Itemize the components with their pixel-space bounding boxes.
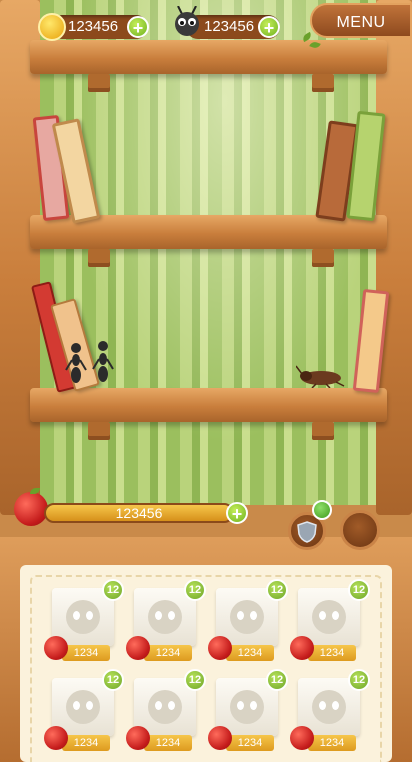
level-badge: 12	[102, 669, 124, 691]
shelf-bracket	[312, 249, 334, 267]
shelf-bracket	[88, 249, 110, 267]
price-tag: 1234	[226, 735, 274, 751]
coin-amount: 123456	[68, 18, 119, 35]
level-badge: 12	[184, 579, 206, 601]
price-tag: 1234	[144, 735, 192, 751]
ant-character[interactable]	[64, 340, 88, 388]
apple-icon	[208, 726, 232, 750]
ant-silhouette-icon	[230, 690, 264, 724]
apple-icon	[14, 492, 48, 526]
level-badge: 12	[102, 579, 124, 601]
shelf-bracket	[88, 74, 110, 92]
level-badge: 12	[266, 579, 288, 601]
ant-silhouette-icon	[312, 600, 346, 634]
level-badge: 12	[266, 669, 288, 691]
ant-silhouette-icon	[148, 690, 182, 724]
apple-icon	[290, 726, 314, 750]
shelf-bracket	[312, 422, 334, 440]
apple-icon	[44, 726, 68, 750]
add-apples-button[interactable]: +	[226, 502, 248, 524]
price-tag: 1234	[62, 645, 110, 661]
apple-icon	[126, 636, 150, 660]
coin-icon	[38, 13, 66, 41]
right-shelf-post	[376, 0, 412, 515]
ant-silhouette-icon	[230, 600, 264, 634]
level-badge: 12	[348, 669, 370, 691]
level-badge: 12	[348, 579, 370, 601]
price-tag: 1234	[308, 645, 356, 661]
menu-button[interactable]: MENU	[310, 3, 412, 38]
ant-silhouette-icon	[66, 600, 100, 634]
apple-icon	[290, 636, 314, 660]
ant-silhouette-icon	[148, 600, 182, 634]
ant-silhouette-icon	[312, 690, 346, 724]
ant-silhouette-icon	[66, 690, 100, 724]
apple-icon	[126, 726, 150, 750]
left-shelf-post	[0, 0, 40, 515]
ant-icon	[175, 6, 199, 36]
add-ants-button[interactable]: +	[258, 16, 280, 38]
price-tag: 1234	[226, 645, 274, 661]
notification-dot	[312, 500, 332, 520]
apple-icon	[208, 636, 232, 660]
price-tag: 1234	[144, 645, 192, 661]
cockroach-icon[interactable]	[296, 364, 346, 388]
apple-progress-bar: 123456	[44, 503, 234, 523]
apple-progress-value: 123456	[115, 505, 163, 521]
shelf-top	[30, 40, 387, 74]
ant-amount: 123456	[204, 18, 255, 35]
empty-slot-button[interactable]	[340, 510, 380, 550]
price-tag: 1234	[308, 735, 356, 751]
apple-icon	[44, 636, 68, 660]
shelf-bracket	[88, 422, 110, 440]
ant-character[interactable]	[90, 338, 116, 388]
shelf-bracket	[312, 74, 334, 92]
level-badge: 12	[184, 669, 206, 691]
shelf-lower	[30, 388, 387, 422]
add-coins-button[interactable]: +	[127, 16, 149, 38]
shield-icon	[297, 521, 317, 543]
price-tag: 1234	[62, 735, 110, 751]
